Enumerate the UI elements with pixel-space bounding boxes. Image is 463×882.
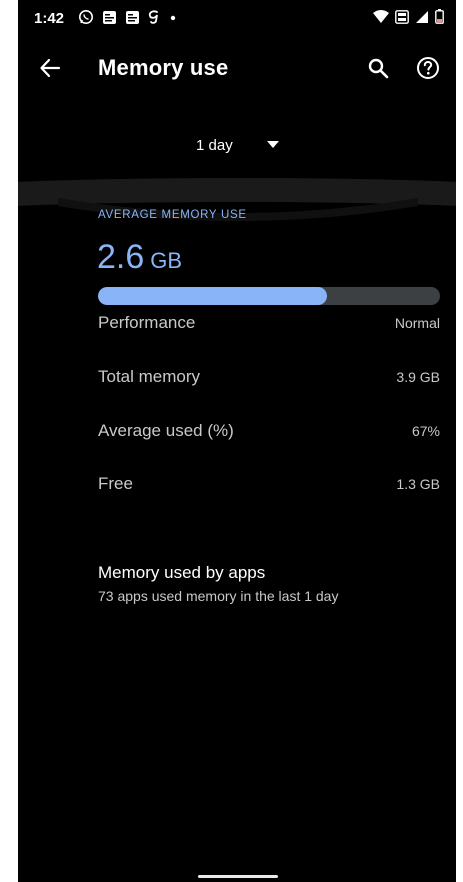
apps-title: Memory used by apps: [98, 563, 266, 582]
status-system-icons: [373, 9, 444, 24]
memory-used-by-apps-item[interactable]: Memory used by apps 73 apps used memory …: [98, 563, 440, 604]
stat-row-average-used: Average used (%) 67%: [98, 421, 440, 445]
arrow-back-icon: [40, 58, 61, 78]
stat-label: Total memory: [98, 367, 201, 386]
memory-usage-bar: [98, 287, 440, 305]
memory-usage-bar-fill: [98, 287, 328, 305]
wifi-icon: [373, 9, 389, 23]
battery-low-icon: [435, 9, 444, 24]
search-icon: [368, 58, 389, 79]
help-button[interactable]: [414, 54, 442, 82]
stat-label: Average used (%): [98, 421, 234, 440]
page-title: Memory use: [98, 55, 229, 80]
stat-row-performance: Performance Normal: [98, 313, 440, 337]
whatsapp-icon: [79, 10, 93, 24]
news-icon: [103, 10, 116, 24]
period-dropdown[interactable]: 1 day: [190, 130, 300, 160]
average-memory-value: 2.6 GB: [97, 238, 182, 277]
stat-row-total-memory: Total memory 3.9 GB: [98, 367, 440, 391]
app-bar: Memory use: [18, 40, 456, 96]
signal-icon: [416, 10, 428, 23]
status-bar: 1:42: [18, 0, 456, 38]
stat-row-free: Free 1.3 GB: [98, 474, 440, 498]
dropdown-caret-icon: [266, 141, 279, 148]
volte-icon: [395, 9, 409, 24]
g-pay-icon: [148, 10, 158, 24]
stat-value: 67%: [411, 423, 440, 439]
help-icon: [417, 57, 439, 79]
apps-subtitle: 73 apps used memory in the last 1 day: [98, 588, 339, 604]
search-button[interactable]: [364, 54, 392, 82]
stat-label: Free: [98, 474, 133, 493]
stat-label: Performance: [98, 313, 196, 332]
gesture-nav-handle[interactable]: [198, 875, 278, 878]
status-time: 1:42: [34, 10, 65, 27]
back-button[interactable]: [36, 54, 64, 82]
average-memory-number: 2.6: [97, 238, 145, 276]
stat-value: 1.3 GB: [396, 476, 440, 492]
stat-value: 3.9 GB: [396, 369, 440, 385]
stat-value: Normal: [394, 315, 440, 331]
news-icon: [126, 10, 139, 24]
dot-icon: [170, 15, 176, 21]
average-memory-unit: GB: [150, 248, 183, 273]
screen: 1:42 Memory use 1 day AVERAGE MEMORY USE…: [18, 0, 456, 882]
period-selected-label: 1 day: [196, 136, 233, 154]
average-memory-caption: AVERAGE MEMORY USE: [98, 209, 247, 221]
status-notification-icons: [78, 9, 178, 25]
